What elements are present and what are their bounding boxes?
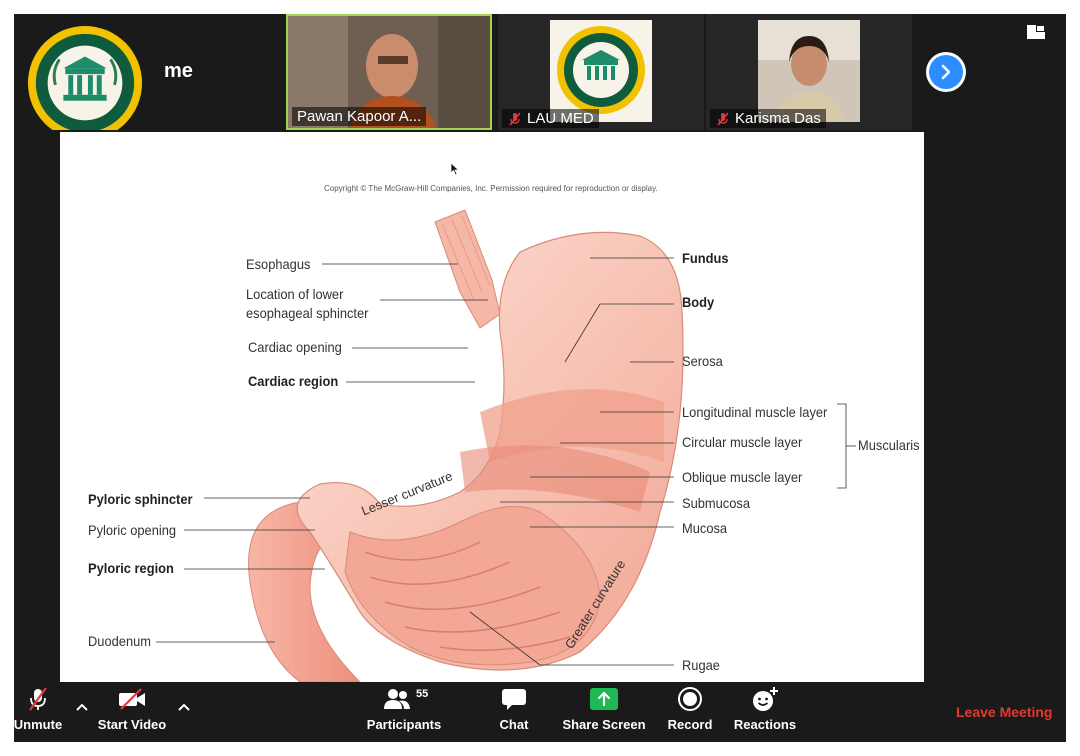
mic-muted-icon	[717, 111, 729, 126]
mouse-cursor-icon	[450, 162, 460, 176]
zoom-window: me Pawan Kapoor A... LAU MED Karisma Das…	[14, 14, 1066, 742]
participant-tile-karisma[interactable]: Karisma Das	[706, 14, 912, 130]
esophagus-shape	[434, 209, 501, 329]
participant-tile-lau-med[interactable]: LAU MED	[498, 14, 704, 130]
reactions-icon	[753, 687, 778, 711]
participants-button[interactable]: 55 Participants	[364, 682, 444, 742]
leave-meeting-button[interactable]: Leave Meeting	[956, 704, 1052, 720]
label-rugae: Rugae	[682, 657, 720, 673]
label-cardiac-opening: Cardiac opening	[248, 339, 342, 355]
unmute-button[interactable]: Unmute	[14, 682, 68, 742]
label-esophagus: Esophagus	[246, 256, 311, 272]
label-pyloric-opening: Pyloric opening	[88, 522, 177, 538]
audio-options-caret-icon[interactable]	[74, 700, 90, 714]
video-options-caret-icon[interactable]	[176, 700, 192, 714]
video-off-icon	[119, 688, 145, 710]
mic-muted-icon	[29, 687, 47, 711]
chat-button[interactable]: Chat	[488, 682, 540, 742]
label-lower-sphincter-2: esophageal sphincter	[246, 305, 369, 321]
participant-name: Pawan Kapoor A...	[292, 107, 427, 126]
share-screen-icon	[590, 688, 618, 710]
participant-name: Karisma Das	[710, 109, 826, 128]
label-muscularis: Muscularis	[858, 437, 920, 453]
share-screen-button[interactable]: Share Screen	[562, 682, 646, 742]
self-name-label: me	[164, 60, 193, 82]
start-video-button[interactable]: Start Video	[96, 682, 168, 742]
participant-tile-me[interactable]: me	[14, 14, 284, 130]
label-serosa: Serosa	[682, 353, 723, 369]
label-fundus: Fundus	[682, 250, 729, 266]
meeting-toolbar: Unmute Start Video 55 Participants Chat …	[14, 682, 1066, 742]
participant-strip: me Pawan Kapoor A... LAU MED Karisma Das	[14, 14, 1066, 130]
participant-name: LAU MED	[502, 109, 599, 128]
label-pyloric-region: Pyloric region	[88, 560, 174, 576]
copyright-notice: Copyright © The McGraw-Hill Companies, I…	[324, 184, 658, 193]
label-body: Body	[682, 294, 715, 310]
participant-tile-pawan[interactable]: Pawan Kapoor A...	[286, 14, 492, 130]
label-mucosa: Mucosa	[682, 520, 728, 536]
label-circular-muscle: Circular muscle layer	[682, 434, 803, 450]
record-icon	[678, 687, 702, 711]
participants-count: 55	[416, 688, 429, 700]
chat-icon	[502, 689, 526, 710]
chevron-right-icon	[941, 64, 951, 80]
label-oblique-muscle: Oblique muscle layer	[682, 469, 803, 485]
shared-screen: Copyright © The McGraw-Hill Companies, I…	[60, 132, 924, 682]
university-seal-icon	[27, 25, 143, 130]
label-pyloric-sphincter: Pyloric sphincter	[88, 491, 193, 507]
label-cardiac-region: Cardiac region	[248, 373, 339, 389]
label-lower-sphincter-1: Location of lower	[246, 286, 344, 302]
gallery-view-icon[interactable]	[1026, 24, 1046, 40]
participants-icon	[384, 689, 410, 709]
label-longitudinal-muscle: Longitudinal muscle layer	[682, 404, 828, 420]
mic-muted-icon	[509, 111, 521, 126]
record-button[interactable]: Record	[664, 682, 716, 742]
next-page-button[interactable]	[926, 52, 966, 92]
label-duodenum: Duodenum	[88, 633, 152, 649]
label-submucosa: Submucosa	[682, 495, 751, 511]
reactions-button[interactable]: Reactions	[732, 682, 798, 742]
